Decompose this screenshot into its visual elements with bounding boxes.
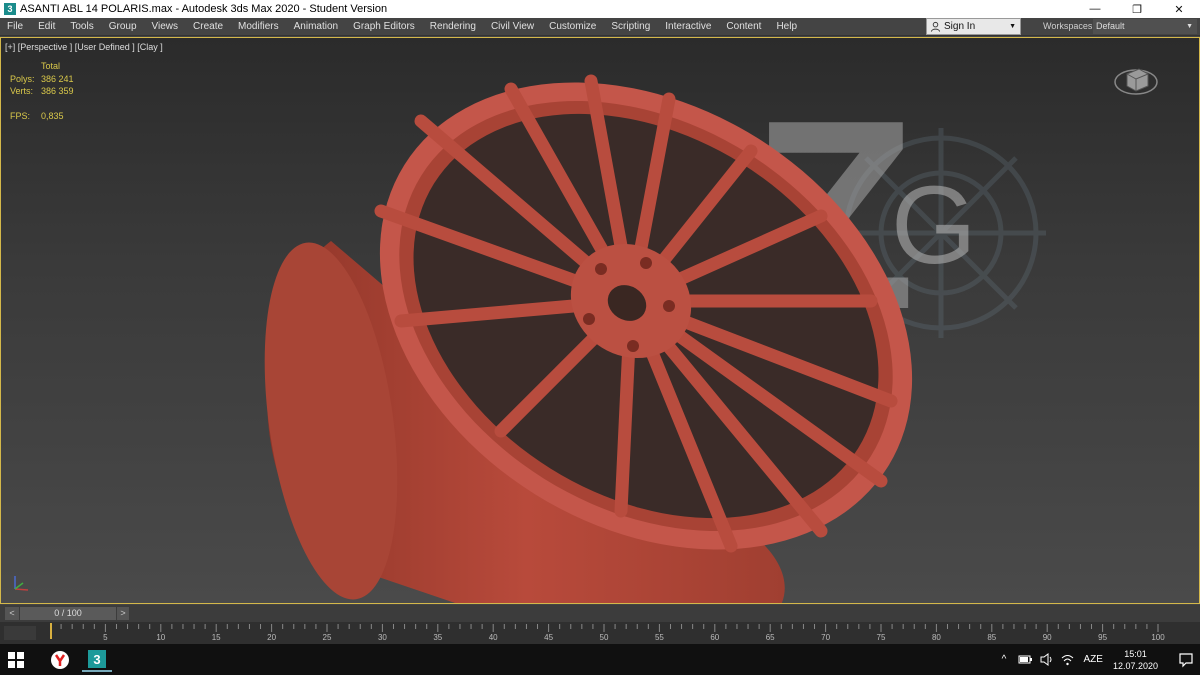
ruler-tick-label: 30 <box>377 633 387 642</box>
menu-edit[interactable]: Edit <box>31 21 63 32</box>
polys-label: Polys: <box>10 73 35 84</box>
menu-graph-editors[interactable]: Graph Editors <box>346 21 423 32</box>
menu-tools[interactable]: Tools <box>63 21 101 32</box>
viewport-statistics: Total Polys: 386 241 Verts: 386 359 FPS: 0,… <box>10 60 74 122</box>
windows-taskbar: 3 ^ AZE 15:01 12.07.2020 <box>0 644 1200 675</box>
wifi-icon[interactable] <box>1060 652 1075 667</box>
action-center-button[interactable] <box>1172 652 1200 668</box>
workspaces-select[interactable]: Default ▼ <box>1093 19 1197 34</box>
menu-help[interactable]: Help <box>769 21 805 32</box>
ruler-tick-label: 90 <box>1042 633 1052 642</box>
ruler-tick-label: 70 <box>821 633 831 642</box>
maximize-button[interactable]: ❐ <box>1116 0 1158 18</box>
ruler-tick-label: 65 <box>765 633 775 642</box>
language-indicator[interactable]: AZE <box>1084 654 1103 665</box>
menu-civil-view[interactable]: Civil View <box>484 21 542 32</box>
time-slider[interactable]: 0 / 100 <box>20 607 116 620</box>
menu-content[interactable]: Content <box>719 21 769 32</box>
viewport-label[interactable]: [+] [Perspective ] [User Defined ] [Clay… <box>5 42 163 52</box>
close-button[interactable]: ✕ <box>1158 0 1200 18</box>
3dsmax-app-icon: 3 <box>4 3 16 15</box>
chevron-up-icon[interactable]: ^ <box>997 652 1012 667</box>
chevron-down-icon: ▼ <box>1009 23 1016 30</box>
clock[interactable]: 15:01 12.07.2020 <box>1113 648 1158 672</box>
track-mode-toggle[interactable] <box>4 626 36 640</box>
windows-start-icon[interactable] <box>7 651 25 669</box>
fps-label: FPS: <box>10 110 31 121</box>
battery-icon[interactable] <box>1018 652 1033 667</box>
verts-value: 386 359 <box>41 86 74 96</box>
menu-create[interactable]: Create <box>186 21 231 32</box>
track-bar[interactable]: 5 10 15 20 25 30 35 40 45 50 55 60 65 70 75 80 85 90 95 100 <box>0 622 1200 644</box>
system-tray: ^ AZE 15:01 12.07.2020 <box>994 644 1200 675</box>
workspaces-label: Workspaces: <box>1043 21 1095 31</box>
ruler-tick-label: 40 <box>488 633 498 642</box>
speaker-icon[interactable] <box>1039 652 1054 667</box>
ruler-tick-label: 5 <box>103 633 108 642</box>
menu-views[interactable]: Views <box>145 21 187 32</box>
time-slider-bar: < 0 / 100 > <box>0 605 1200 622</box>
title-bar: 3 ASANTI ABL 14 POLARIS.max - Autodesk 3… <box>0 0 1200 18</box>
ruler-tick-label: 85 <box>987 633 997 642</box>
3dsmax-task-button[interactable]: 3 <box>82 648 112 672</box>
ruler-tick-label: 100 <box>1151 633 1165 642</box>
next-frame-button[interactable]: > <box>117 607 129 620</box>
previous-frame-button[interactable]: < <box>5 607 19 620</box>
sign-in-label: Sign In <box>944 21 976 32</box>
window-title: ASANTI ABL 14 POLARIS.max - Autodesk 3ds… <box>20 3 388 15</box>
ruler-tick-label: 50 <box>599 633 609 642</box>
ruler-tick-label: 80 <box>931 633 941 642</box>
menu-animation[interactable]: Animation <box>287 21 346 32</box>
menu-customize[interactable]: Customize <box>542 21 604 32</box>
viewcube-icon[interactable] <box>1113 60 1159 98</box>
menu-file[interactable]: File <box>0 21 31 32</box>
menu-modifiers[interactable]: Modifiers <box>231 21 287 32</box>
fps-value: 0,835 <box>41 110 64 121</box>
user-icon <box>930 21 941 32</box>
perspective-viewport[interactable]: Z G <box>0 37 1200 604</box>
menu-group[interactable]: Group <box>102 21 145 32</box>
ruler-tick-label: 15 <box>211 633 221 642</box>
ruler-tick-label: 10 <box>156 633 166 642</box>
axis-tripod-icon <box>14 576 29 591</box>
current-frame-marker[interactable] <box>50 623 52 639</box>
ruler-tick-label: 20 <box>267 633 277 642</box>
stats-header: Total <box>41 61 61 71</box>
ruler-tick-label: 95 <box>1098 633 1108 642</box>
ruler-tick-label: 35 <box>433 633 443 642</box>
ruler-tick-label: 25 <box>322 633 332 642</box>
workspaces-value: Default <box>1096 21 1125 31</box>
wheel-3d-model[interactable] <box>1 38 1200 604</box>
ruler-tick-label: 60 <box>710 633 720 642</box>
clock-time: 15:01 <box>1124 648 1147 659</box>
clock-date: 12.07.2020 <box>1112 660 1158 671</box>
minimize-button[interactable]: — <box>1074 0 1116 18</box>
verts-label: Verts: <box>10 86 34 96</box>
menu-scripting[interactable]: Scripting <box>604 21 658 32</box>
menu-bar: File Edit Tools Group Views Create Modif… <box>0 18 1200 36</box>
svg-text:3: 3 <box>93 652 100 667</box>
menu-interactive[interactable]: Interactive <box>658 21 719 32</box>
yandex-browser-task-button[interactable] <box>45 648 75 672</box>
3dsmax-icon: 3 <box>88 650 106 668</box>
sign-in-dropdown[interactable]: Sign In ▼ <box>926 18 1021 35</box>
polys-value: 386 241 <box>41 73 74 84</box>
ruler-tick-label: 75 <box>876 633 886 642</box>
chevron-down-icon: ▼ <box>1186 23 1193 30</box>
menu-rendering[interactable]: Rendering <box>423 21 484 32</box>
yandex-browser-icon <box>51 651 69 669</box>
ruler-tick-label: 45 <box>544 633 554 642</box>
ruler-tick-label: 55 <box>654 633 664 642</box>
notification-icon <box>1179 652 1193 667</box>
